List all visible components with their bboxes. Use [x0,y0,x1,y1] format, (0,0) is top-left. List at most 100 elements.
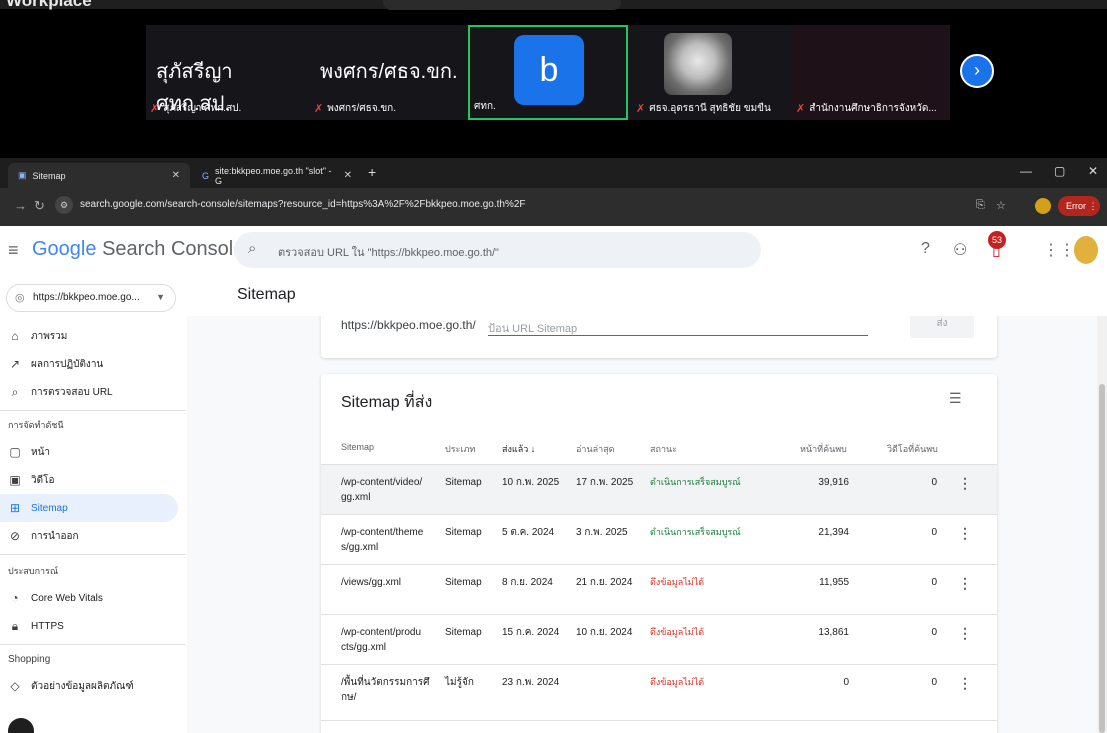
close-icon[interactable]: ✕ [344,170,352,181]
more-vert-icon[interactable]: ⋮ [958,675,972,692]
video-call-strip: Workplace สุภัสรีญา ศทก.สป. ✗ สุภัสรีญา ศ… [0,0,1107,158]
participant-tile[interactable]: สุภัสรีญา ศทก.สป. ✗ สุภัสรีญา ศทก.สป. [146,25,306,120]
sidebar-item-https[interactable]: 🔒︎ HTTPS [0,612,178,640]
tab-google-search[interactable]: G site:bkkpeo.moe.go.th "slot" - G ✕ [192,163,362,188]
logo[interactable]: Google Search Console [32,238,244,261]
new-tab-icon[interactable]: + [368,164,376,180]
help-icon[interactable]: ? [921,240,930,258]
col-type[interactable]: ประเภท [445,442,475,456]
col-sitemap[interactable]: Sitemap [341,442,374,452]
col-last-read[interactable]: อ่านล่าสุด [576,442,615,456]
mic-off-icon: ✗ [636,103,646,115]
main-content: https://bkkpeo.moe.go.th/ ป้อน URL Sitem… [187,316,1097,733]
tag-icon: ◇ [10,679,20,693]
pages-count: 13,861 [818,627,849,638]
tab-label: site:bkkpeo.moe.go.th "slot" - G [215,165,332,186]
sidebar-item-videos[interactable]: ▣ วิดีโอ [0,466,178,494]
sidebar: ⌂ ภาพรวม ↗ ผลการปฏิบัติงาน ⌕ การตรวจสอบ URL… [0,322,186,733]
url-inspect-search[interactable]: ⌕ ตรวจสอบ URL ใน "https://bkkpeo.moe.go.… [234,232,761,268]
sidebar-item-core-web-vitals[interactable]: ◔ Core Web Vitals [0,584,178,612]
col-pages[interactable]: หน้าที่ค้นพบ [800,442,847,456]
menu-icon[interactable]: ≡ [8,240,19,261]
table-row[interactable]: /wp-content/theme s/gg.xml Sitemap 5 ต.ค.… [321,514,997,564]
sidebar-item-removals[interactable]: ⊘ การนำออก [0,522,178,550]
sitemap-url-input[interactable]: ป้อน URL Sitemap [488,316,868,336]
more-vert-icon[interactable]: ⋮ [958,575,972,592]
property-selector[interactable]: ◎ https://bkkpeo.moe.go... ▼ [6,284,176,312]
submitted-date: 15 ก.ค. 2024 [502,627,560,638]
participant-name-large: พงศกร/ศธจ.ขก. [320,61,458,83]
sidebar-item-url-inspection[interactable]: ⌕ การตรวจสอบ URL [0,378,178,406]
globe-icon: ◎ [15,292,25,304]
more-vert-icon[interactable]: ⋮ [958,525,972,542]
participant-tile-active[interactable]: b ศทก. [468,25,628,120]
reload-icon[interactable]: ↻ [34,198,45,214]
minimize-icon[interactable]: — [1020,164,1032,178]
videos-count: 0 [931,527,937,538]
translate-icon[interactable]: ⎘ [976,199,985,212]
submit-button[interactable]: ส่ง [910,316,974,338]
table-row[interactable]: /wp-content/video/gg.xml Sitemap 10 ก.พ.… [321,464,997,514]
sitemap-path: /views/gg.xml [341,577,402,588]
more-vert-icon[interactable]: ⋮ [958,475,972,492]
participant-label: สำนักงานศึกษาธิการจังหวัด... [809,103,937,114]
video-icon: ▣ [9,473,21,487]
section-heading: Shopping [8,654,51,665]
table-row[interactable]: /พื้นที่นวัตกรรมการศึ กษ/ ไม่รู้จัก 23 ก.… [321,664,997,714]
table-header: Sitemap ประเภท ส่งแล้ว ↓ อ่านล่าสุด สถาน… [321,434,997,464]
divider [0,410,186,411]
table-pagination [321,720,997,733]
sidebar-item-sitemap[interactable]: ⊞ Sitemap [0,494,178,522]
col-submitted[interactable]: ส่งแล้ว ↓ [502,442,535,456]
url-field[interactable]: search.google.com/search-console/sitemap… [80,199,526,210]
call-control-pill[interactable] [383,0,621,10]
sitemap-type: ไม่รู้จัก [445,677,474,688]
participant-label: ศธจ.อุดรธานี สุทธิชัย ขมขืน [649,103,771,114]
bookmark-star-icon[interactable]: ☆ [996,199,1006,212]
browser-tabbar: ▣ Sitemap ✕ G site:bkkpeo.moe.go.th "slo… [0,158,1107,188]
col-status[interactable]: สถานะ [650,442,677,456]
error-button[interactable]: Error ⋮ [1058,196,1100,216]
participant-tile[interactable]: ✗ ศธจ.อุดรธานี สุทธิชัย ขมขืน [632,25,788,120]
arrow-down-icon: ↓ [530,444,536,454]
divider [0,644,186,645]
table-row[interactable]: /views/gg.xml Sitemap 8 ก.ย. 2024 21 ก.ย… [321,564,997,614]
page-icon: ▢ [9,445,21,459]
apps-grid-icon[interactable]: ⋮⋮ [1043,240,1075,260]
next-page-icon[interactable]: › [960,54,994,88]
sitemap-icon: ⊞ [9,501,21,515]
avatar[interactable] [1074,236,1098,264]
videos-count: 0 [931,477,937,488]
search-console-app: ≡ Google Search Console ⌕ ตรวจสอบ URL ใน… [0,226,1107,733]
more-vert-icon[interactable]: ⋮ [958,625,972,642]
scrollbar-thumb[interactable] [1099,384,1105,733]
search-placeholder: ตรวจสอบ URL ใน "https://bkkpeo.moe.go.th… [278,247,499,259]
maximize-icon[interactable]: ▢ [1054,164,1065,178]
videos-count: 0 [931,577,937,588]
sitemap-type: Sitemap [445,577,482,588]
sidebar-item-performance[interactable]: ↗ ผลการปฏิบัติงาน [0,350,178,378]
sidebar-item-overview[interactable]: ⌂ ภาพรวม [0,322,178,350]
col-videos[interactable]: วิดีโอที่ค้นพบ [887,442,938,456]
table-row[interactable]: /wp-content/produ cts/gg.xml Sitemap 15 ก… [321,614,997,664]
participant-tile[interactable]: ✗ สำนักงานศึกษาธิการจังหวัด... [792,25,950,120]
videos-count: 0 [931,627,937,638]
forward-icon[interactable]: → [14,198,27,213]
sitemap-path: /wp-content/video/ [341,477,423,488]
site-info-icon[interactable]: ⚙ [55,196,73,214]
tab-sitemap[interactable]: ▣ Sitemap ✕ [8,163,190,188]
scrollbar[interactable] [1097,316,1107,733]
card-title: Sitemap ที่ส่ง [341,394,433,411]
sidebar-item-pages[interactable]: ▢ หน้า [0,438,178,466]
sidebar-item-product-snippets[interactable]: ◇ ตัวอย่างข้อมูลผลิตภัณฑ์ [0,672,178,700]
users-icon[interactable]: ⚇ [953,240,967,260]
app-header: ≡ Google Search Console ⌕ ตรวจสอบ URL ใน… [0,226,1107,278]
participant-tile[interactable]: พงศกร/ศธจ.ขก. ✗ พงศกร/ศธจ.ขก. [310,25,468,120]
filter-icon[interactable]: ☰ [949,390,962,407]
close-window-icon[interactable]: ✕ [1088,164,1098,178]
close-icon[interactable]: ✕ [172,170,180,181]
mic-off-icon: ✗ [150,103,160,115]
mic-off-icon: ✗ [314,103,324,115]
last-read-date: 17 ก.พ. 2025 [576,477,634,488]
profile-avatar[interactable] [1035,198,1051,214]
